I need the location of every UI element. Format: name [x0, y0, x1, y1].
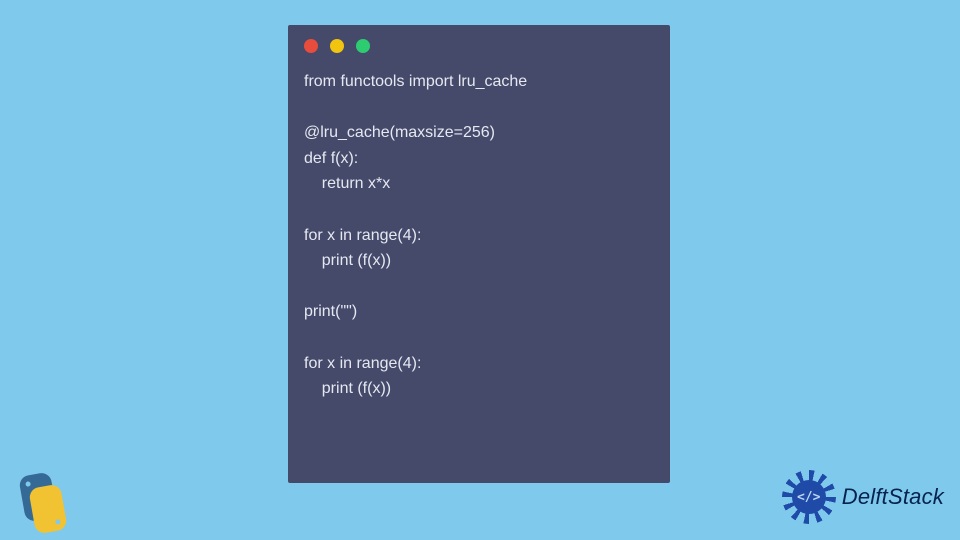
window-close-icon	[304, 39, 318, 53]
stage: from functools import lru_cache @lru_cac…	[0, 0, 960, 540]
window-zoom-icon	[356, 39, 370, 53]
delftstack-badge-icon: </>	[782, 470, 836, 524]
delftstack-brand: </> DelftStack	[782, 470, 944, 524]
code-block: from functools import lru_cache @lru_cac…	[304, 69, 654, 402]
code-window: from functools import lru_cache @lru_cac…	[288, 25, 670, 483]
python-logo-icon	[12, 472, 72, 532]
window-traffic-lights	[304, 39, 654, 53]
window-minimize-icon	[330, 39, 344, 53]
delftstack-brand-text: DelftStack	[842, 484, 944, 510]
delftstack-badge-glyph: </>	[792, 480, 826, 514]
